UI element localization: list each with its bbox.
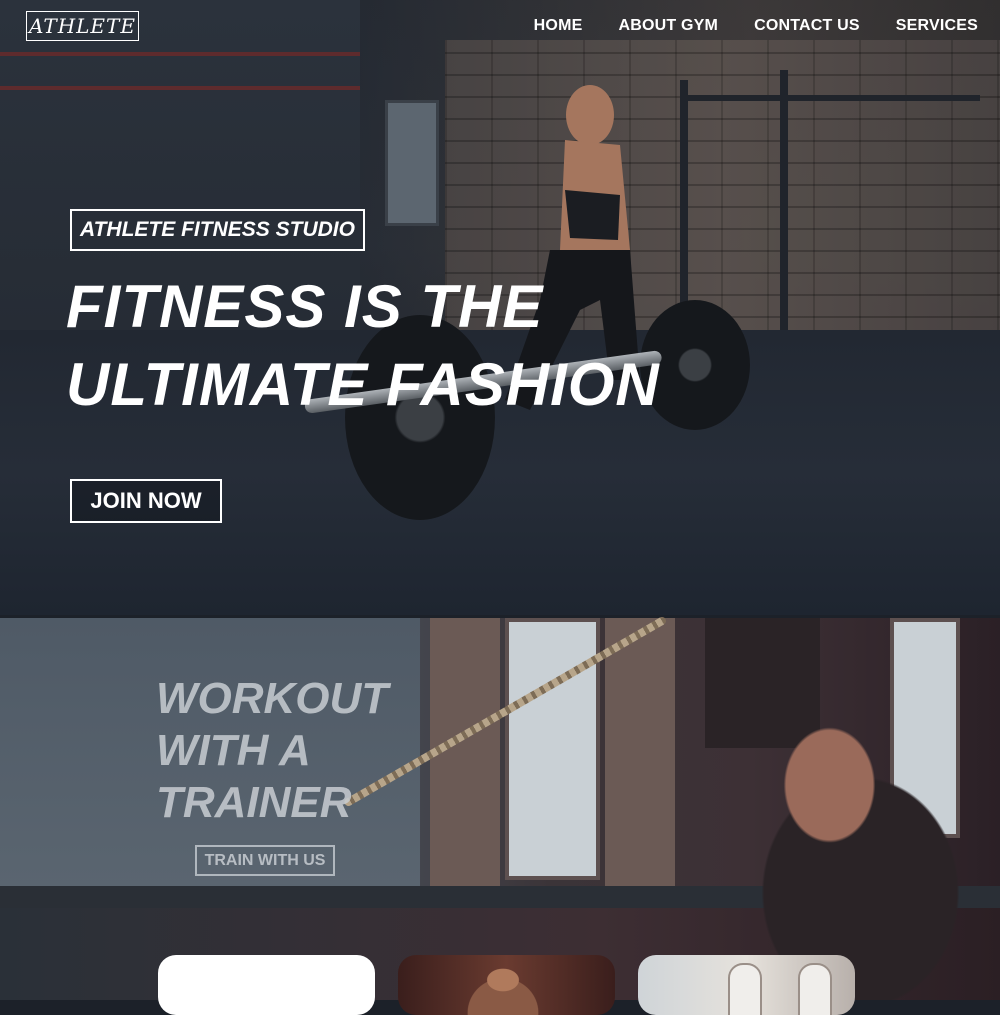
trainer-title: WORKOUT WITH A TRAINER	[156, 673, 388, 829]
hero-headline: FITNESS IS THE ULTIMATE FASHION	[66, 268, 766, 424]
gym-rack	[680, 95, 980, 101]
nav-home[interactable]: HOME	[534, 17, 583, 35]
site-logo[interactable]: ATHLETE	[26, 11, 139, 41]
trainer-section	[0, 618, 1000, 1000]
train-with-us-button[interactable]: TRAIN WITH US	[195, 845, 335, 876]
wall-stripe	[0, 52, 360, 56]
trainer-title-line-2: WITH A	[156, 726, 311, 775]
card-photo	[448, 959, 558, 1015]
gym-rack	[780, 70, 788, 340]
headline-line-2: ULTIMATE FASHION	[66, 351, 660, 418]
window	[505, 618, 600, 880]
program-card-2[interactable]	[398, 955, 615, 1015]
wall-stripe	[0, 86, 360, 90]
trainer-title-line-3: TRAINER	[156, 778, 352, 827]
program-card-1[interactable]	[158, 955, 375, 1015]
headline-line-1: FITNESS IS THE	[66, 273, 544, 340]
window-shutter	[430, 618, 500, 893]
nav-about-gym[interactable]: ABOUT GYM	[618, 17, 718, 35]
nav-services[interactable]: SERVICES	[896, 17, 978, 35]
trainer-title-line-1: WORKOUT	[156, 674, 389, 723]
window-shutter	[605, 618, 675, 893]
main-nav: HOME ABOUT GYM CONTACT US SERVICES	[534, 17, 978, 35]
studio-tagline: ATHLETE FITNESS STUDIO	[70, 209, 365, 251]
card-window	[798, 963, 832, 1015]
join-now-button[interactable]: JOIN NOW	[70, 479, 222, 523]
program-card-3[interactable]	[638, 955, 855, 1015]
nav-contact-us[interactable]: CONTACT US	[754, 17, 860, 35]
card-window	[728, 963, 762, 1015]
hero-window	[385, 100, 439, 226]
trainer-photo	[690, 693, 1000, 1000]
